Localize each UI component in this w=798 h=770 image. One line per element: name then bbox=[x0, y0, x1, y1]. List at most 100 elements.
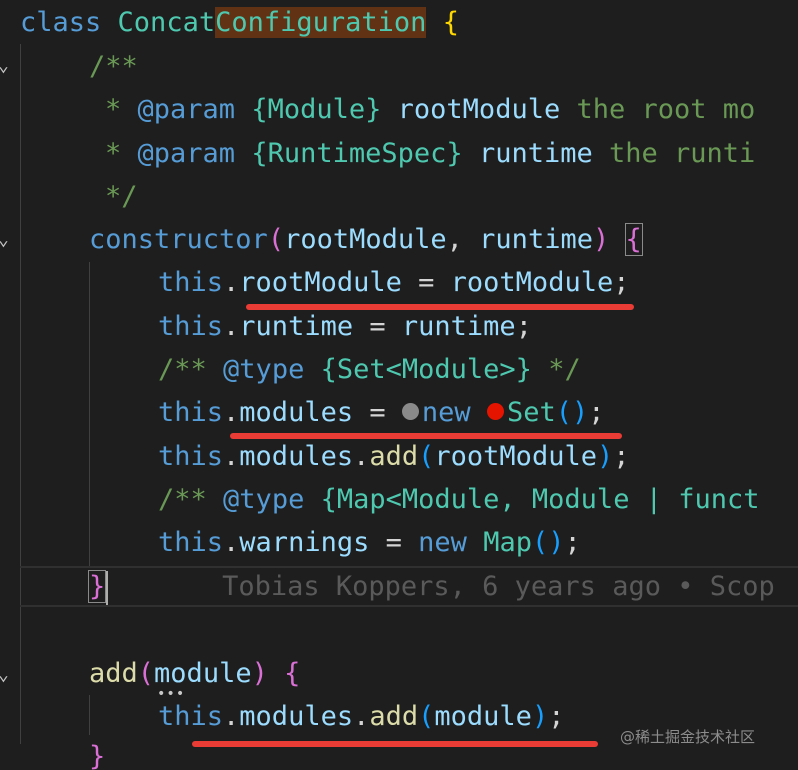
red-dot-marker bbox=[486, 403, 504, 420]
this-keyword: this bbox=[158, 267, 224, 298]
param-name: rootModule bbox=[284, 224, 447, 255]
dot: . bbox=[223, 701, 240, 732]
code-line-16[interactable]: add(module) { bbox=[89, 652, 300, 696]
constructor-keyword: constructor bbox=[89, 224, 268, 255]
variable-name: runtime bbox=[401, 311, 516, 342]
indent-guide bbox=[89, 262, 90, 567]
indent-guide bbox=[20, 44, 21, 744]
operator: = bbox=[369, 397, 386, 428]
fold-chevron-icon[interactable]: ⌄ bbox=[0, 218, 9, 262]
argument: module bbox=[434, 701, 532, 732]
jsdoc-tag: @type bbox=[223, 484, 305, 515]
semicolon: ; bbox=[613, 267, 630, 298]
code-line-9[interactable]: /** @type {Set<Module>} */ bbox=[158, 348, 581, 392]
comment-close: */ bbox=[548, 354, 581, 385]
paren-open: ( bbox=[418, 441, 435, 472]
annotation-underline bbox=[192, 741, 598, 747]
property-name: modules bbox=[239, 701, 354, 732]
new-keyword: new bbox=[421, 397, 471, 428]
jsdoc-type: {RuntimeSpec} bbox=[251, 138, 463, 169]
argument: rootModule bbox=[434, 441, 597, 472]
code-line-14[interactable]: } Tobias Koppers, 6 years ago • Scop bbox=[87, 565, 775, 609]
comment-close: */ bbox=[105, 181, 138, 212]
git-blame-annotation[interactable]: Tobias Koppers, 6 years ago • Scop bbox=[222, 571, 775, 602]
class-name: Set bbox=[506, 397, 556, 428]
text-cursor bbox=[106, 570, 109, 605]
paren-open: ( bbox=[418, 701, 435, 732]
new-keyword: new bbox=[418, 527, 467, 558]
code-line-3[interactable]: * @param {Module} rootModule the root mo bbox=[105, 88, 755, 132]
watermark: @稀土掘金技术社区 bbox=[620, 728, 756, 746]
code-line-11[interactable]: this.modules.add(rootModule); bbox=[158, 435, 630, 479]
property-name: runtime bbox=[239, 311, 354, 342]
jsdoc-type: {Map<Module, Module | funct bbox=[320, 484, 760, 515]
comment-open: /** bbox=[158, 354, 207, 385]
comment-open: /** bbox=[89, 51, 138, 82]
code-line-6[interactable]: constructor(rootModule, runtime) { bbox=[89, 218, 643, 262]
comment-star: * bbox=[105, 94, 122, 125]
code-line-5[interactable]: */ bbox=[105, 175, 138, 219]
semicolon: ; bbox=[515, 311, 532, 342]
paren-close: ) bbox=[531, 701, 549, 732]
code-line-8[interactable]: this.runtime = runtime; bbox=[158, 305, 532, 349]
class-name-part: Concat bbox=[117, 7, 216, 38]
code-line-17[interactable]: this.modules.add(module); bbox=[158, 695, 564, 739]
paren-close: ) bbox=[251, 658, 268, 689]
brace: } bbox=[89, 741, 106, 770]
dot: . bbox=[223, 311, 240, 342]
fold-chevron-icon[interactable]: ⌄ bbox=[0, 44, 9, 88]
class-name: Map bbox=[483, 527, 532, 558]
code-line-13[interactable]: this.warnings = new Map(); bbox=[158, 521, 581, 565]
comment-open: /** bbox=[158, 484, 207, 515]
brace-matched: } bbox=[87, 570, 107, 603]
jsdoc-tag: @param bbox=[137, 94, 236, 125]
code-line-7[interactable]: this.rootModule = rootModule; bbox=[158, 261, 629, 305]
code-line-18[interactable]: } bbox=[89, 735, 105, 770]
jsdoc-type: {Module} bbox=[251, 94, 382, 125]
method-name: add bbox=[369, 441, 419, 472]
comment-star: * bbox=[105, 138, 122, 169]
code-editor[interactable]: ⌄ ⌄ ⌄ class ConcatConfiguration { /** * … bbox=[0, 0, 798, 770]
param-name: module bbox=[154, 658, 252, 689]
property-name: warnings bbox=[239, 527, 370, 558]
semicolon: ; bbox=[548, 701, 565, 732]
method-name: add bbox=[369, 701, 419, 732]
fold-chevron-icon[interactable]: ⌄ bbox=[0, 653, 9, 697]
property-name: rootModule bbox=[239, 267, 402, 298]
paren-open: ( bbox=[137, 658, 155, 689]
gray-dot-marker bbox=[401, 403, 419, 420]
dot: . bbox=[353, 701, 370, 732]
jsdoc-type: {Set<Module>} bbox=[320, 354, 532, 385]
this-keyword: this bbox=[158, 441, 224, 472]
brace: { bbox=[442, 7, 459, 38]
variable-name: rootModule bbox=[450, 267, 614, 298]
jsdoc-desc: the root mo bbox=[576, 94, 756, 125]
this-keyword: this bbox=[158, 527, 224, 558]
paren-close: ) bbox=[592, 224, 610, 255]
jsdoc-tag: @type bbox=[223, 354, 305, 385]
dot: . bbox=[223, 267, 240, 298]
parens: () bbox=[531, 527, 565, 558]
jsdoc-param-name: rootModule bbox=[397, 94, 561, 125]
semicolon: ; bbox=[613, 441, 630, 472]
code-line-1[interactable]: class ConcatConfiguration { bbox=[20, 1, 459, 45]
this-keyword: this bbox=[158, 311, 224, 342]
keyword: class bbox=[20, 7, 102, 38]
indent-guide bbox=[89, 695, 90, 735]
operator: = bbox=[385, 527, 402, 558]
class-name-selection: Configuration bbox=[215, 7, 427, 38]
paren-close: ) bbox=[596, 441, 614, 472]
dot: . bbox=[223, 527, 240, 558]
operator: = bbox=[369, 311, 386, 342]
code-line-12[interactable]: /** @type {Map<Module, Module | funct bbox=[158, 478, 760, 522]
operator: = bbox=[418, 267, 435, 298]
brace-matched: { bbox=[624, 223, 643, 256]
dot: . bbox=[353, 441, 370, 472]
jsdoc-desc: the runti bbox=[609, 138, 756, 169]
property-name: modules bbox=[239, 397, 354, 428]
annotation-underline bbox=[246, 304, 634, 310]
code-line-2[interactable]: /** bbox=[89, 45, 138, 89]
code-line-4[interactable]: * @param {RuntimeSpec} runtime the runti bbox=[105, 132, 755, 176]
comma: , bbox=[446, 224, 463, 255]
code-line-10[interactable]: this.modules = new Set(); bbox=[158, 391, 605, 435]
